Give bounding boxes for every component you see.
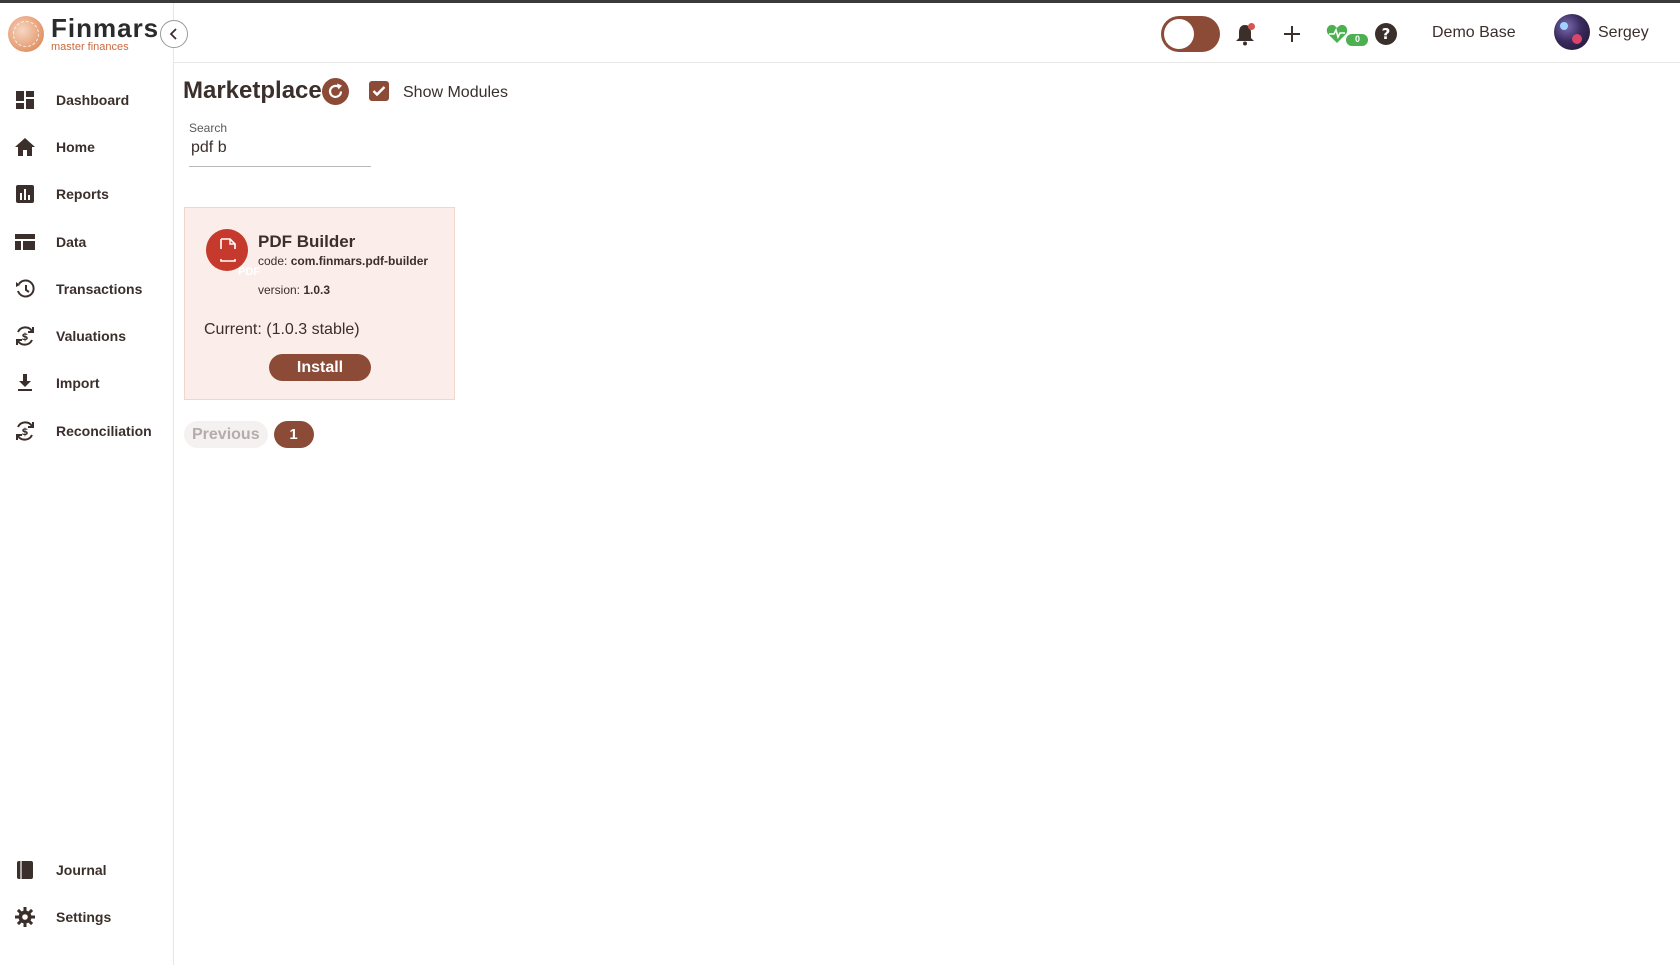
sidebar-item-transactions[interactable]: Transactions <box>0 265 174 312</box>
module-version-value: 1.0.3 <box>303 283 331 297</box>
module-version: version: 1.0.3 <box>258 283 330 297</box>
chevron-left-icon <box>169 28 177 40</box>
sidebar-item-home[interactable]: Home <box>0 123 174 170</box>
sidebar-item-import[interactable]: Import <box>0 360 174 407</box>
sidebar-item-label: Dashboard <box>56 91 130 108</box>
book-icon <box>14 859 36 881</box>
previous-page-button[interactable]: Previous <box>184 421 268 448</box>
brand-tagline: master finances <box>51 41 129 53</box>
sidebar-item-label: Data <box>56 233 87 250</box>
health-status-button[interactable]: 0 <box>1326 21 1368 47</box>
brand-name: Finmars <box>51 13 160 43</box>
module-title: PDF Builder <box>258 232 356 251</box>
table-icon <box>14 231 36 253</box>
sidebar-nav: Dashboard Home Reports Data Transactions <box>0 76 174 454</box>
home-icon <box>14 136 36 158</box>
sidebar-item-label: Valuations <box>56 328 127 345</box>
theme-toggle[interactable] <box>1161 16 1220 52</box>
module-current-version: Current: (1.0.3 stable) <box>204 321 360 338</box>
top-header: 0 ? Demo Base Sergey <box>174 3 1680 63</box>
collapse-sidebar-button[interactable] <box>160 20 188 48</box>
svg-text:$: $ <box>22 332 29 343</box>
help-icon: ? <box>1375 23 1397 45</box>
health-count: 0 <box>1354 34 1360 44</box>
module-card: PDF PDF Builder code: com.finmars.pdf-bu… <box>184 207 455 400</box>
sidebar-item-label: Transactions <box>56 280 143 297</box>
avatar[interactable] <box>1554 14 1590 50</box>
page-title: Marketplace <box>183 77 322 104</box>
module-code-label: code: <box>258 254 288 268</box>
sidebar-item-valuations[interactable]: $ Valuations <box>0 312 174 359</box>
sidebar-item-data[interactable]: Data <box>0 218 174 265</box>
search-label: Search <box>189 121 228 135</box>
refresh-icon <box>328 83 343 98</box>
help-button[interactable]: ? <box>1373 21 1399 47</box>
bell-icon <box>1236 23 1255 46</box>
page-1-button[interactable]: 1 <box>273 421 314 448</box>
base-selector[interactable]: Demo Base <box>1432 24 1516 42</box>
currency-refresh-icon: $ <box>14 325 36 347</box>
sidebar-item-label: Settings <box>56 908 112 925</box>
user-menu[interactable]: Sergey <box>1598 24 1649 42</box>
show-modules-checkbox[interactable] <box>369 81 389 101</box>
logo-globe-icon <box>8 16 44 52</box>
download-icon <box>14 372 36 394</box>
module-version-label: version: <box>258 283 301 297</box>
module-code: code: com.finmars.pdf-builder <box>258 254 438 268</box>
sidebar-bottom-nav: Journal Settings <box>0 846 174 941</box>
svg-text:$: $ <box>22 427 29 438</box>
sidebar-item-dashboard[interactable]: Dashboard <box>0 76 174 123</box>
check-icon <box>372 86 386 97</box>
sidebar-item-label: Reports <box>56 186 109 203</box>
sidebar-item-label: Reconciliation <box>56 422 152 439</box>
search-input[interactable] <box>189 139 369 157</box>
refresh-button[interactable] <box>322 78 349 105</box>
sidebar-item-reconciliation[interactable]: $ Reconciliation <box>0 407 174 454</box>
pdf-file-icon: PDF <box>206 229 260 278</box>
history-icon <box>14 278 36 300</box>
sidebar-item-label: Import <box>56 375 100 392</box>
sidebar: Finmars master finances Dashboard Home R… <box>0 3 174 965</box>
plus-icon <box>1284 26 1300 42</box>
bar-chart-icon <box>14 183 36 205</box>
module-code-value: com.finmars.pdf-builder <box>290 254 429 268</box>
currency-refresh-icon: $ <box>14 420 36 442</box>
toggle-knob <box>1164 19 1194 49</box>
gear-icon <box>14 906 36 928</box>
logo[interactable]: Finmars master finances <box>8 13 159 55</box>
show-modules-label[interactable]: Show Modules <box>403 84 508 102</box>
sidebar-item-settings[interactable]: Settings <box>0 893 174 940</box>
dashboard-icon <box>14 89 36 111</box>
search-field: Search <box>189 121 371 167</box>
notifications-button[interactable] <box>1232 21 1258 47</box>
svg-text:?: ? <box>1382 25 1391 43</box>
sidebar-item-journal[interactable]: Journal <box>0 846 174 893</box>
add-button[interactable] <box>1279 21 1305 47</box>
pagination: Previous 1 <box>184 421 314 448</box>
install-button[interactable]: Install <box>269 354 371 381</box>
sidebar-item-label: Home <box>56 138 95 155</box>
sidebar-item-label: Journal <box>56 861 107 878</box>
sidebar-item-reports[interactable]: Reports <box>0 171 174 218</box>
